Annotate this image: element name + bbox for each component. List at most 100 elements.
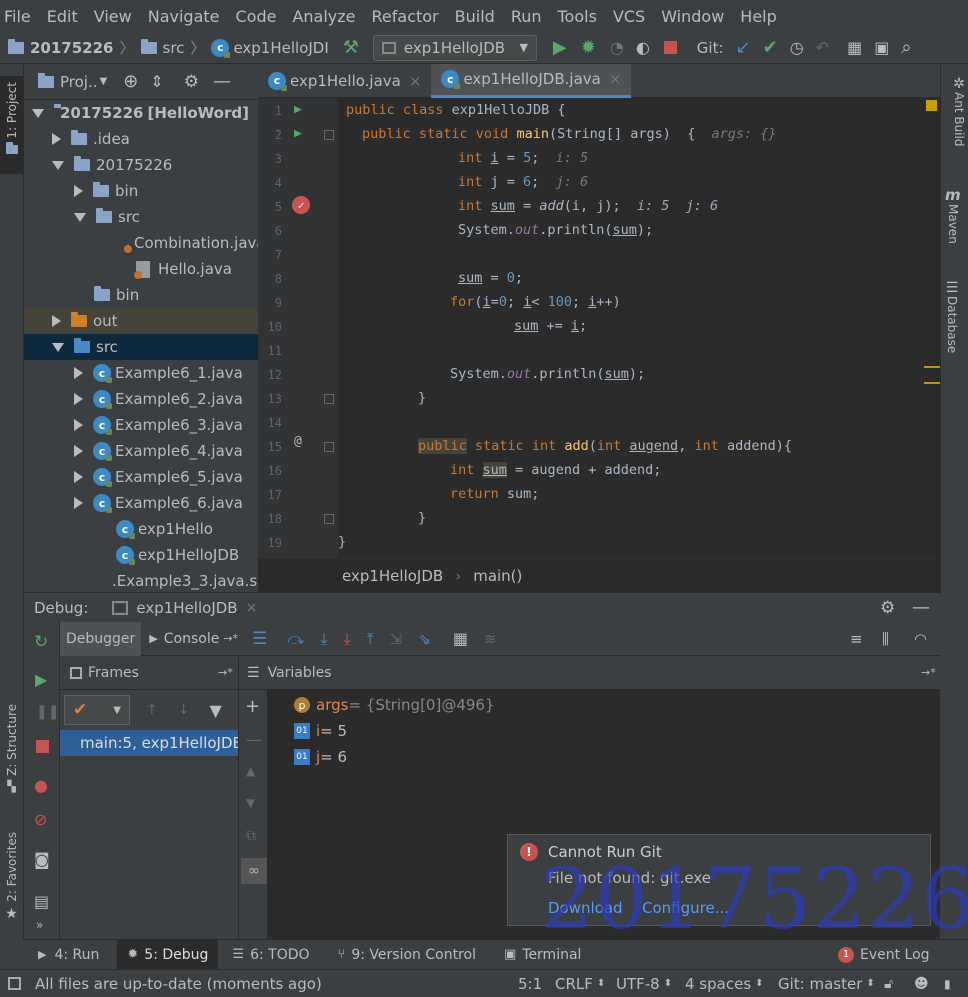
expanded-arrow-icon[interactable] xyxy=(52,160,64,170)
project-structure-icon[interactable]: ▦ xyxy=(847,38,862,57)
pause-icon[interactable]: ❚❚ xyxy=(36,704,59,720)
restore-layout-icon[interactable]: ≡ xyxy=(850,630,863,648)
structure-tool-button[interactable]: Z: Structure ▚ xyxy=(0,704,23,793)
view-breakpoints-icon[interactable]: ● xyxy=(34,776,48,795)
debug-session-tab[interactable]: exp1HelloJDB xyxy=(136,599,237,617)
run-to-cursor-icon[interactable]: ⇘ xyxy=(418,630,431,648)
menu-code[interactable]: Code xyxy=(236,7,277,26)
project-tree-item[interactable]: 20175226 xyxy=(24,152,258,178)
tab-terminal[interactable]: ▣ Terminal xyxy=(504,947,581,963)
editor-gutter[interactable]: 1 2 4 3 5 6 7 8 9 10 11 12 13 14 15 16 1… xyxy=(258,98,338,558)
mute-breakpoints-icon[interactable]: ⊘ xyxy=(34,810,47,829)
build-hammer-icon[interactable]: ⚒ xyxy=(343,37,359,58)
warning-marker[interactable] xyxy=(924,382,940,384)
gear-icon[interactable]: ⚙ xyxy=(184,72,199,92)
line-separator-selector[interactable]: CRLF ⬍ xyxy=(555,975,605,993)
memory-icon[interactable]: ◠ xyxy=(914,630,927,648)
expanded-arrow-icon[interactable] xyxy=(32,108,44,118)
copy-icon[interactable]: ⧉ xyxy=(246,828,256,844)
step-into-icon[interactable]: ⤓ xyxy=(320,629,327,649)
scroll-from-source-icon[interactable]: ⊕ xyxy=(123,71,138,92)
tab-exp1hellojdb[interactable]: c exp1HelloJDB.java × xyxy=(431,63,632,98)
move-down-icon[interactable]: ▼ xyxy=(246,796,255,810)
project-tree-item[interactable]: c Example6_1.java xyxy=(24,360,258,386)
project-tree-item[interactable]: .Example3_3.java.swp xyxy=(24,568,258,592)
dropdown-arrow-icon[interactable]: ▼ xyxy=(100,76,108,87)
run-config-selector[interactable]: exp1HelloJDB ▼ xyxy=(372,34,537,61)
menu-window[interactable]: Window xyxy=(661,7,724,26)
menu-refactor[interactable]: Refactor xyxy=(372,7,439,26)
add-watch-icon[interactable]: + xyxy=(245,696,260,717)
rerun-icon[interactable]: ↻ xyxy=(34,632,48,652)
collapsed-arrow-icon[interactable] xyxy=(74,367,83,379)
menu-view[interactable]: View xyxy=(94,7,132,26)
inspector-icon[interactable]: ☻ xyxy=(914,976,929,992)
collapsed-arrow-icon[interactable] xyxy=(74,497,83,509)
project-tree-item[interactable]: c exp1Hello xyxy=(24,516,258,542)
indent-selector[interactable]: 4 spaces ⬍ xyxy=(685,975,764,993)
tab-version-control[interactable]: ⑂ 9: Version Control xyxy=(338,947,476,963)
tab-run[interactable]: ▶ 4: Run xyxy=(38,947,99,963)
pin-icon[interactable]: →* xyxy=(218,666,233,679)
show-watches-icon[interactable]: ∞ xyxy=(241,858,267,884)
menu-tools[interactable]: Tools xyxy=(558,7,597,26)
menu-edit[interactable]: Edit xyxy=(47,7,78,26)
tab-event-log[interactable]: 1 Event Log xyxy=(838,946,930,963)
pin-icon[interactable]: →* xyxy=(921,666,936,679)
remove-watch-icon[interactable]: — xyxy=(246,730,262,749)
database-tool-button[interactable]: ☰ Database xyxy=(945,280,959,353)
breadcrumb-class[interactable]: exp1HelloJDI xyxy=(233,39,328,57)
trace-stream-icon[interactable]: ≋ xyxy=(484,630,497,648)
frame-row[interactable]: main:5, exp1HelloJDB xyxy=(60,730,238,756)
collapsed-arrow-icon[interactable] xyxy=(52,315,61,327)
expanded-arrow-icon[interactable] xyxy=(74,212,86,222)
project-tree-item[interactable]: out xyxy=(24,308,258,334)
tab-todo[interactable]: ☰ 6: TODO xyxy=(232,947,309,963)
project-tree-item[interactable]: c Example6_3.java xyxy=(24,412,258,438)
move-up-icon[interactable]: ▲ xyxy=(246,764,255,778)
project-tree-item[interactable]: bin xyxy=(24,282,258,308)
fold-icon[interactable] xyxy=(324,130,334,140)
camera-icon[interactable]: ◙ xyxy=(34,850,50,869)
project-tree-item[interactable]: c Example6_2.java xyxy=(24,386,258,412)
layout-icon[interactable]: ▤ xyxy=(34,892,49,911)
menu-navigate[interactable]: Navigate xyxy=(148,7,220,26)
search-icon[interactable]: ⌕ xyxy=(901,37,911,58)
project-tree-item[interactable]: Combination.java xyxy=(24,230,258,256)
close-icon[interactable]: × xyxy=(409,72,422,90)
project-tree-item[interactable]: .idea xyxy=(24,126,258,152)
filter-icon[interactable]: ▼ xyxy=(209,701,221,720)
vcs-commit-icon[interactable]: ✔ xyxy=(763,37,778,58)
menu-help[interactable]: Help xyxy=(740,7,776,26)
close-icon[interactable]: × xyxy=(246,600,258,616)
variable-j[interactable]: 01 j = 6 xyxy=(294,744,940,770)
fold-icon[interactable] xyxy=(324,514,334,524)
collapsed-arrow-icon[interactable] xyxy=(74,185,83,197)
breakpoint-icon[interactable]: ✓ xyxy=(292,196,310,214)
encoding-selector[interactable]: UTF-8 ⬍ xyxy=(616,975,672,993)
vcs-history-icon[interactable]: ◷ xyxy=(790,38,804,57)
warning-marker[interactable] xyxy=(924,366,940,368)
project-tool-button[interactable]: 1: Project xyxy=(0,76,23,174)
project-tree-item[interactable]: bin xyxy=(24,178,258,204)
variable-args[interactable]: p args = {String[0]@496} xyxy=(294,692,940,718)
threads-icon[interactable]: ⫼ xyxy=(882,630,889,648)
menu-analyze[interactable]: Analyze xyxy=(292,7,355,26)
fold-icon[interactable] xyxy=(324,442,334,452)
code-editor[interactable]: public class exp1HelloJDB { public stati… xyxy=(338,98,924,558)
run-gutter-icon[interactable]: ▶ xyxy=(294,126,302,141)
step-out-icon[interactable]: ⤒ xyxy=(367,629,374,649)
drop-frame-icon[interactable]: ⇲ xyxy=(390,630,403,648)
ant-build-tool-button[interactable]: ✲ Ant Build xyxy=(945,76,968,146)
run-icon[interactable]: ▶ xyxy=(553,37,567,58)
step-over-icon[interactable]: ⤼ xyxy=(287,629,304,649)
lock-icon[interactable]: 🔓︎ xyxy=(884,976,893,992)
fold-icon[interactable] xyxy=(324,394,334,404)
git-branch-selector[interactable]: Git: master ⬍ xyxy=(778,975,875,993)
terminal-window-icon[interactable]: ▣ xyxy=(874,38,889,57)
memory-indicator-icon[interactable]: ▮ xyxy=(944,977,951,991)
project-tree-item[interactable]: c Example6_4.java xyxy=(24,438,258,464)
breadcrumb-method[interactable]: main() xyxy=(473,567,522,585)
project-tree-item[interactable]: c exp1HelloJDB xyxy=(24,542,258,568)
collapsed-arrow-icon[interactable] xyxy=(74,445,83,457)
